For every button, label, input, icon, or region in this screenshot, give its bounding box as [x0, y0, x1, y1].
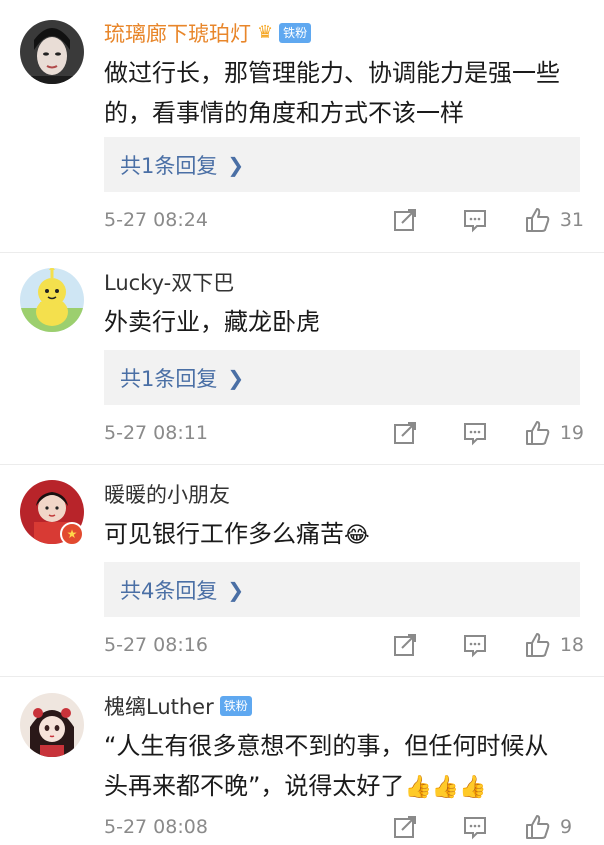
like-button[interactable]: 9 [524, 813, 584, 841]
comment-button[interactable] [462, 814, 488, 840]
comment-meta: 5-27 08:16 18 [104, 629, 584, 661]
username[interactable]: 暖暖的小朋友 [104, 479, 230, 509]
share-button[interactable] [392, 814, 418, 840]
view-replies-button[interactable]: 共1条回复 ❯ [104, 350, 580, 405]
like-button[interactable]: 19 [524, 419, 584, 447]
like-button[interactable]: 18 [524, 631, 584, 659]
share-icon [394, 816, 416, 838]
name-row: 琉璃廊下琥珀灯 ♛ 铁粉 [104, 18, 312, 48]
share-button[interactable] [392, 207, 418, 233]
replies-count-label: 共1条回复 [120, 366, 218, 391]
comment-text-line: “人生有很多意想不到的事，但任何时候从 [104, 732, 549, 760]
comment-text: 可见银行工作多么痛苦😂 [104, 514, 584, 556]
comment-button[interactable] [462, 207, 488, 233]
comment-text: 做过行长，那管理能力、协调能力是强一些 的，看事情的角度和方式不该一样 [104, 53, 584, 133]
like-count: 31 [559, 209, 584, 231]
fan-badge: 铁粉 [279, 23, 312, 43]
timestamp: 5-27 08:16 [104, 634, 208, 656]
share-icon [393, 422, 416, 444]
verified-badge-icon: ★ [60, 522, 84, 546]
chevron-right-icon: ❯ [227, 577, 245, 602]
like-count: 9 [560, 816, 573, 838]
comment-text-line: 的，看事情的角度和方式不该一样 [104, 99, 464, 127]
avatar[interactable] [20, 268, 84, 332]
comment-meta: 5-27 08:08 9 [104, 811, 584, 843]
chevron-right-icon: ❯ [227, 152, 245, 177]
view-replies-button[interactable]: 共4条回复 ❯ [104, 562, 580, 617]
comment-meta: 5-27 08:11 19 [104, 417, 584, 449]
like-count: 19 [559, 422, 584, 444]
comment-feed: 琉璃廊下琥珀灯 ♛ 铁粉 做过行长，那管理能力、协调能力是强一些 的，看事情的角… [0, 0, 604, 845]
comment-item: Lucky-双下巴 外卖行业，藏龙卧虎 共1条回复 ❯ 5-27 08:11 1… [0, 253, 604, 463]
comment-button[interactable] [462, 632, 488, 658]
fan-badge: 铁粉 [219, 696, 252, 716]
timestamp: 5-27 08:08 [104, 816, 208, 838]
comment-text: 外卖行业，藏龙卧虎 [104, 302, 584, 342]
comment-icon [463, 635, 486, 658]
comment-item: 槐缡Luther 铁粉 “人生有很多意想不到的事，但任何时候从 头再来都不晚”，… [0, 677, 604, 845]
comment-meta: 5-27 08:24 31 [104, 204, 584, 236]
comment-text-line: 头再来都不晚”，说得太好了👍👍👍 [104, 766, 584, 808]
chevron-right-icon: ❯ [227, 365, 245, 390]
thumbs-up-icon [525, 208, 550, 232]
like-button[interactable]: 31 [524, 206, 584, 234]
username[interactable]: Lucky-双下巴 [104, 267, 234, 297]
comment-text-line: 外卖行业，藏龙卧虎 [104, 308, 320, 336]
comment-text-line: 做过行长，那管理能力、协调能力是强一些 [104, 59, 560, 87]
share-button[interactable] [392, 420, 418, 446]
avatar[interactable] [20, 693, 84, 757]
name-row: 槐缡Luther 铁粉 [104, 691, 252, 721]
avatar[interactable] [20, 20, 84, 84]
thumbs-up-emoji: 👍👍👍 [404, 775, 487, 800]
thumbs-up-icon [526, 815, 550, 839]
share-icon [393, 209, 416, 231]
share-icon [393, 634, 416, 656]
replies-count-label: 共4条回复 [120, 578, 218, 603]
share-button[interactable] [392, 632, 418, 658]
comment-icon [463, 210, 486, 233]
comment-text-line: 可见银行工作多么痛苦😂 [104, 514, 584, 556]
comment-text-content: 可见银行工作多么痛苦 [104, 520, 344, 548]
timestamp: 5-27 08:11 [104, 422, 208, 444]
crown-icon: ♛ [257, 22, 274, 43]
username[interactable]: 槐缡Luther [104, 691, 214, 721]
name-row: 暖暖的小朋友 [104, 479, 230, 509]
thumbs-up-icon [525, 421, 550, 445]
like-count: 18 [559, 634, 584, 656]
comment-text-content: 头再来都不晚”，说得太好了 [104, 772, 405, 800]
comment-icon [464, 817, 486, 840]
comment-text: “人生有很多意想不到的事，但任何时候从 头再来都不晚”，说得太好了👍👍👍 [104, 726, 584, 808]
thumbs-up-icon [525, 633, 550, 657]
replies-count-label: 共1条回复 [120, 153, 218, 178]
name-row: Lucky-双下巴 [104, 267, 234, 297]
comment-item: 琉璃廊下琥珀灯 ♛ 铁粉 做过行长，那管理能力、协调能力是强一些 的，看事情的角… [0, 0, 604, 248]
view-replies-button[interactable]: 共1条回复 ❯ [104, 137, 580, 192]
comment-icon [463, 423, 486, 446]
comment-item: ★ 暖暖的小朋友 可见银行工作多么痛苦😂 共4条回复 ❯ 5-27 08:16 [0, 465, 604, 675]
laughing-crying-emoji: 😂 [344, 523, 370, 548]
comment-button[interactable] [462, 420, 488, 446]
timestamp: 5-27 08:24 [104, 209, 208, 231]
username[interactable]: 琉璃廊下琥珀灯 [104, 18, 251, 48]
